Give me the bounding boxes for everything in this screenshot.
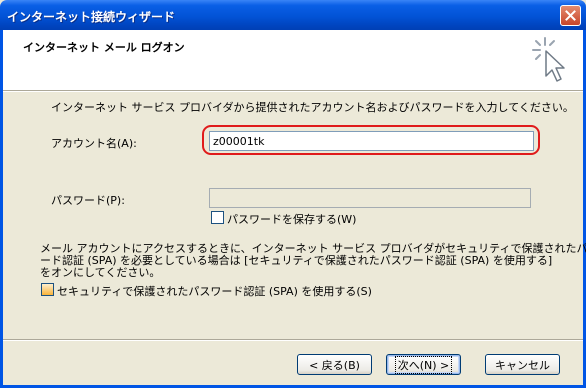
cancel-button-label: キャンセル	[495, 358, 550, 372]
back-button-label: < 戻る(B)	[309, 358, 360, 372]
wizard-cursor-icon	[532, 37, 565, 82]
next-button[interactable]: 次へ(N) >	[386, 354, 461, 375]
next-button-label: 次へ(N) >	[394, 355, 453, 374]
header-divider-highlight	[3, 91, 583, 92]
close-icon	[565, 10, 576, 21]
instruction-text: インターネット サービス プロバイダから提供されたアカウント名およびパスワードを…	[51, 101, 574, 114]
wizard-window: インターネット接続ウィザード インターネット メール ログオン インターネット …	[0, 0, 586, 388]
cancel-button[interactable]: キャンセル	[485, 354, 560, 375]
spa-checkbox[interactable]	[41, 283, 54, 296]
back-button[interactable]: < 戻る(B)	[297, 354, 372, 375]
account-label: アカウント名(A):	[51, 137, 137, 150]
spa-description-line: をオンにしてください。	[40, 266, 161, 279]
close-button[interactable]	[560, 5, 581, 26]
spa-checkbox-label[interactable]: セキュリティで保護されたパスワード認証 (SPA) を使用する(S)	[57, 283, 372, 299]
password-input[interactable]	[209, 188, 531, 208]
save-password-checkbox[interactable]	[211, 211, 224, 224]
highlight-annotation	[202, 125, 540, 155]
save-password-label[interactable]: パスワードを保存する(W)	[227, 211, 356, 227]
footer-divider-highlight	[3, 340, 583, 341]
page-title: インターネット メール ログオン	[23, 41, 185, 54]
password-label: パスワード(P):	[51, 194, 125, 207]
title-bar[interactable]: インターネット接続ウィザード	[0, 0, 586, 30]
window-title: インターネット接続ウィザード	[7, 10, 176, 24]
wizard-header: インターネット メール ログオン	[3, 30, 583, 90]
